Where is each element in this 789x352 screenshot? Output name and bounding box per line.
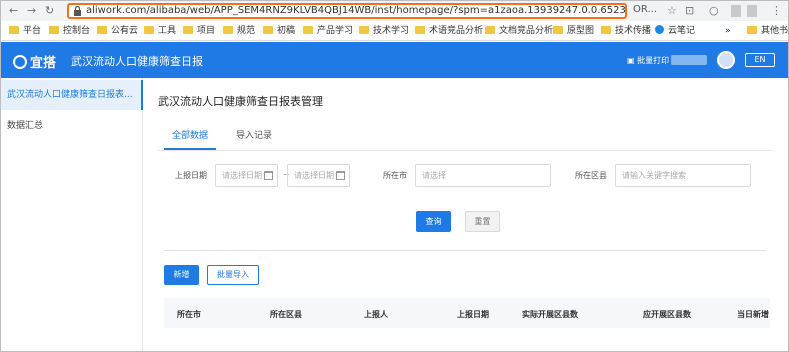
bookmarks-bar: 平台 控制台 公有云 工具 项目 规范 初稿 产品学习 技术学习 术语竞品分析 … (1, 21, 788, 41)
column-header-district[interactable]: 所在区县 (270, 309, 302, 320)
lock-icon (74, 6, 81, 16)
add-button[interactable]: 新增 (164, 265, 199, 285)
app-title: 武汉流动人口健康筛查日报 (71, 55, 203, 68)
star-icon[interactable]: ☆ (667, 5, 677, 17)
browser-toolbar: ← → ↻ aliwork.com/alibaba/web/APP_SEM4RN… (1, 1, 788, 21)
folder-icon (97, 26, 107, 34)
bookmark-projects[interactable]: 项目 (183, 24, 215, 38)
forward-icon[interactable]: → (27, 4, 36, 18)
printer-icon: ▣ (627, 56, 638, 65)
column-header-city[interactable]: 所在市 (177, 309, 201, 320)
folder-icon (223, 26, 233, 34)
section-divider (164, 250, 766, 251)
folder-icon (183, 26, 193, 34)
folder-icon (415, 26, 425, 34)
bookmark-drafts[interactable]: 初稿 (263, 24, 295, 38)
bookmark-tech-spread[interactable]: 技术传播 (601, 24, 651, 38)
report-date-label: 上报日期 (175, 171, 207, 180)
address-bar[interactable]: aliwork.com/alibaba/web/APP_SEM4RNZ9KLVB… (67, 3, 627, 19)
column-header-report-date[interactable]: 上报日期 (457, 309, 489, 320)
tab-all-data[interactable]: 全部数据 (172, 128, 208, 141)
city-select[interactable]: 请选择 (415, 164, 551, 187)
menu-icon[interactable]: ⋮ (771, 5, 782, 17)
cloud-notes-icon (655, 25, 664, 34)
bookmark-cloud-notes[interactable]: 云笔记 (655, 24, 695, 38)
bookmark-tools[interactable]: 工具 (144, 24, 176, 38)
tab-divider (158, 150, 773, 151)
bookmark-terms-analysis[interactable]: 术语竞品分析 (415, 24, 483, 38)
folder-icon (359, 26, 369, 34)
url-text: aliwork.com/alibaba/web/APP_SEM4RNZ9KLVB… (86, 5, 626, 16)
circle-icon[interactable]: ○ (709, 5, 719, 17)
folder-icon (144, 26, 154, 34)
bookmark-prototypes[interactable]: 原型图 (553, 24, 594, 38)
folder-icon (601, 26, 611, 34)
folder-icon (747, 26, 757, 34)
calendar-icon (336, 171, 345, 180)
date-end-input[interactable]: 请选择日期 (287, 164, 350, 187)
bookmark-docs-analysis[interactable]: 文档竞品分析 (485, 24, 553, 38)
date-start-input[interactable]: 请选择日期 (215, 164, 278, 187)
column-header-actual-districts[interactable]: 实际开展区县数 (522, 309, 578, 320)
folder-icon (263, 26, 273, 34)
bookmark-console[interactable]: 控制台 (49, 24, 90, 38)
reset-button[interactable]: 重置 (465, 211, 500, 232)
bookmark-standards[interactable]: 规范 (223, 24, 255, 38)
folder-icon (553, 26, 563, 34)
bookmark-product-learning[interactable]: 产品学习 (303, 24, 353, 38)
main-content: 武汉流动人口健康筛查日报表管理 全部数据 导入记录 上报日期 请选择日期 ~ 请… (144, 78, 788, 351)
sidebar-item-daily-report[interactable]: 武汉流动人口健康筛查日报表... (1, 80, 143, 110)
url-overflow-text: OR... (633, 4, 657, 15)
sidebar-item-summary[interactable]: 数据汇总 (1, 111, 143, 141)
sidebar: 武汉流动人口健康筛查日报表... 数据汇总 (1, 78, 143, 351)
district-label: 所在区县 (575, 171, 607, 180)
bookmark-tech-learning[interactable]: 技术学习 (359, 24, 409, 38)
folder-icon (9, 26, 19, 34)
table-header: 所在市 所在区县 上报人 上报日期 实际开展区县数 应开展区县数 当日新增 (164, 298, 770, 328)
browser-window: ← → ↻ aliwork.com/alibaba/web/APP_SEM4RN… (0, 0, 789, 352)
logo-icon (13, 55, 27, 69)
bookmarks-more-icon[interactable]: » (725, 24, 731, 38)
bookmark-platform[interactable]: 平台 (9, 24, 41, 38)
query-button[interactable]: 查询 (416, 211, 451, 232)
folder-icon (485, 26, 495, 34)
app-header: 宜搭 武汉流动人口健康筛查日报 ▣ 批量打印 EN (1, 42, 788, 78)
column-header-expected-districts[interactable]: 应开展区县数 (643, 309, 691, 320)
back-icon[interactable]: ← (9, 4, 18, 18)
batch-import-button[interactable]: 批量导入 (207, 265, 259, 285)
user-name-redacted (671, 55, 707, 65)
reload-icon[interactable]: ↻ (45, 4, 54, 18)
batch-print-button[interactable]: ▣ 批量打印 (627, 55, 669, 66)
language-switch-button[interactable]: EN (745, 53, 775, 67)
city-label: 所在市 (383, 171, 407, 180)
bookmark-other[interactable]: 其他书签 (747, 24, 788, 38)
folder-icon (303, 26, 313, 34)
tab-import-records[interactable]: 导入记录 (236, 128, 272, 141)
column-header-daily-new[interactable]: 当日新增 (737, 309, 769, 320)
bookmark-public-cloud[interactable]: 公有云 (97, 24, 138, 38)
extension-icon-2[interactable] (747, 5, 757, 17)
folder-icon (49, 26, 59, 34)
avatar[interactable] (717, 51, 735, 69)
page-title: 武汉流动人口健康筛查日报表管理 (158, 95, 323, 108)
app-logo[interactable]: 宜搭 (13, 52, 56, 71)
column-header-reporter[interactable]: 上报人 (364, 309, 388, 320)
extension-icon[interactable]: ⊡ (685, 5, 694, 17)
profile-icon[interactable] (731, 5, 741, 17)
district-search-input[interactable]: 请输入关键字搜索 (615, 164, 751, 187)
calendar-icon (264, 171, 273, 180)
